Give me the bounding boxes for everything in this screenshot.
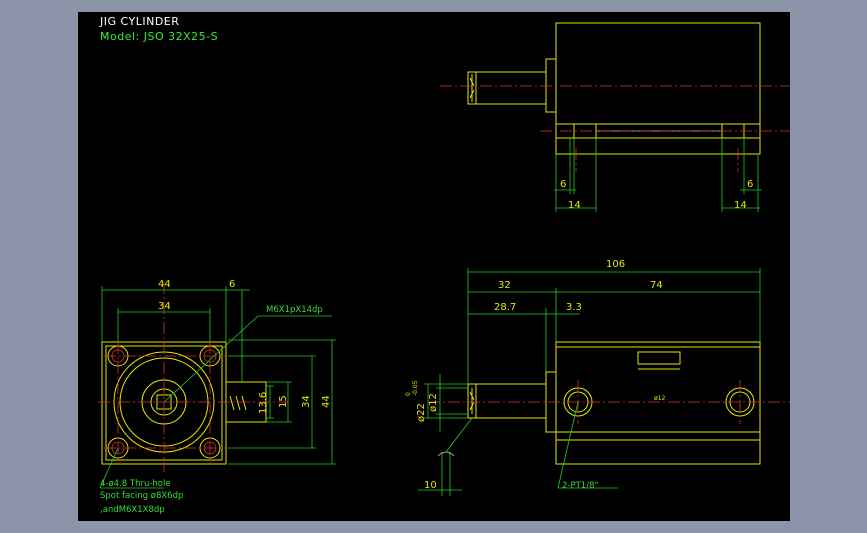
drawing-svg: 6 14 6 14 44 6 34 M6X1pX14dp 13.6 15 34 … [98, 22, 790, 515]
dim-28-7: 28.7 [494, 302, 516, 313]
dim-12-dia-small: ø12 [654, 395, 665, 402]
dim-14-left: 14 [568, 200, 581, 211]
dim-15: 15 [278, 395, 289, 408]
note-port-thread: 2-PT1/8" [562, 481, 598, 491]
note-holes-line2: Spot facing ø8X6dp [100, 491, 183, 501]
dim-74: 74 [650, 280, 663, 291]
side-view-body [555, 341, 761, 465]
logo-plate [637, 351, 681, 365]
dim-22-dia: ø22 [416, 403, 427, 422]
top-view-body [555, 22, 761, 155]
dim-13-6: 13.6 [258, 392, 269, 414]
side-view [418, 268, 790, 496]
dim-22-tol-bot: -0.05 [412, 380, 419, 396]
note-holes-line1: 4-ø4.8 Thru-hole [100, 479, 171, 489]
cad-drawing-canvas: JIG CYLINDER Model: JSO 32X25-S 6 14 6 1… [78, 12, 790, 521]
dim-44-top: 44 [158, 279, 171, 290]
dim-34-top: 34 [158, 301, 171, 312]
note-m6-thread: M6X1pX14dp [266, 305, 323, 315]
dim-12-dia: ø12 [428, 393, 439, 412]
dim-6-left: 6 [560, 179, 566, 190]
top-view-collar [545, 58, 557, 113]
dim-6-top: 6 [229, 279, 235, 290]
dim-106: 106 [606, 259, 625, 270]
dim-44-side: 44 [321, 395, 332, 408]
note-holes-line3: ,andM6X1X8dp [100, 505, 165, 515]
dim-6-right: 6 [747, 179, 753, 190]
dim-34-side: 34 [301, 395, 312, 408]
dim-22-tol-top: 0 [405, 392, 412, 396]
side-view-rod [475, 383, 547, 419]
top-view-rod [475, 71, 547, 105]
dim-32: 32 [498, 280, 511, 291]
dim-10: 10 [424, 480, 437, 491]
top-view [440, 22, 790, 212]
dim-14-right: 14 [734, 200, 747, 211]
dim-3-3: 3.3 [566, 302, 582, 313]
